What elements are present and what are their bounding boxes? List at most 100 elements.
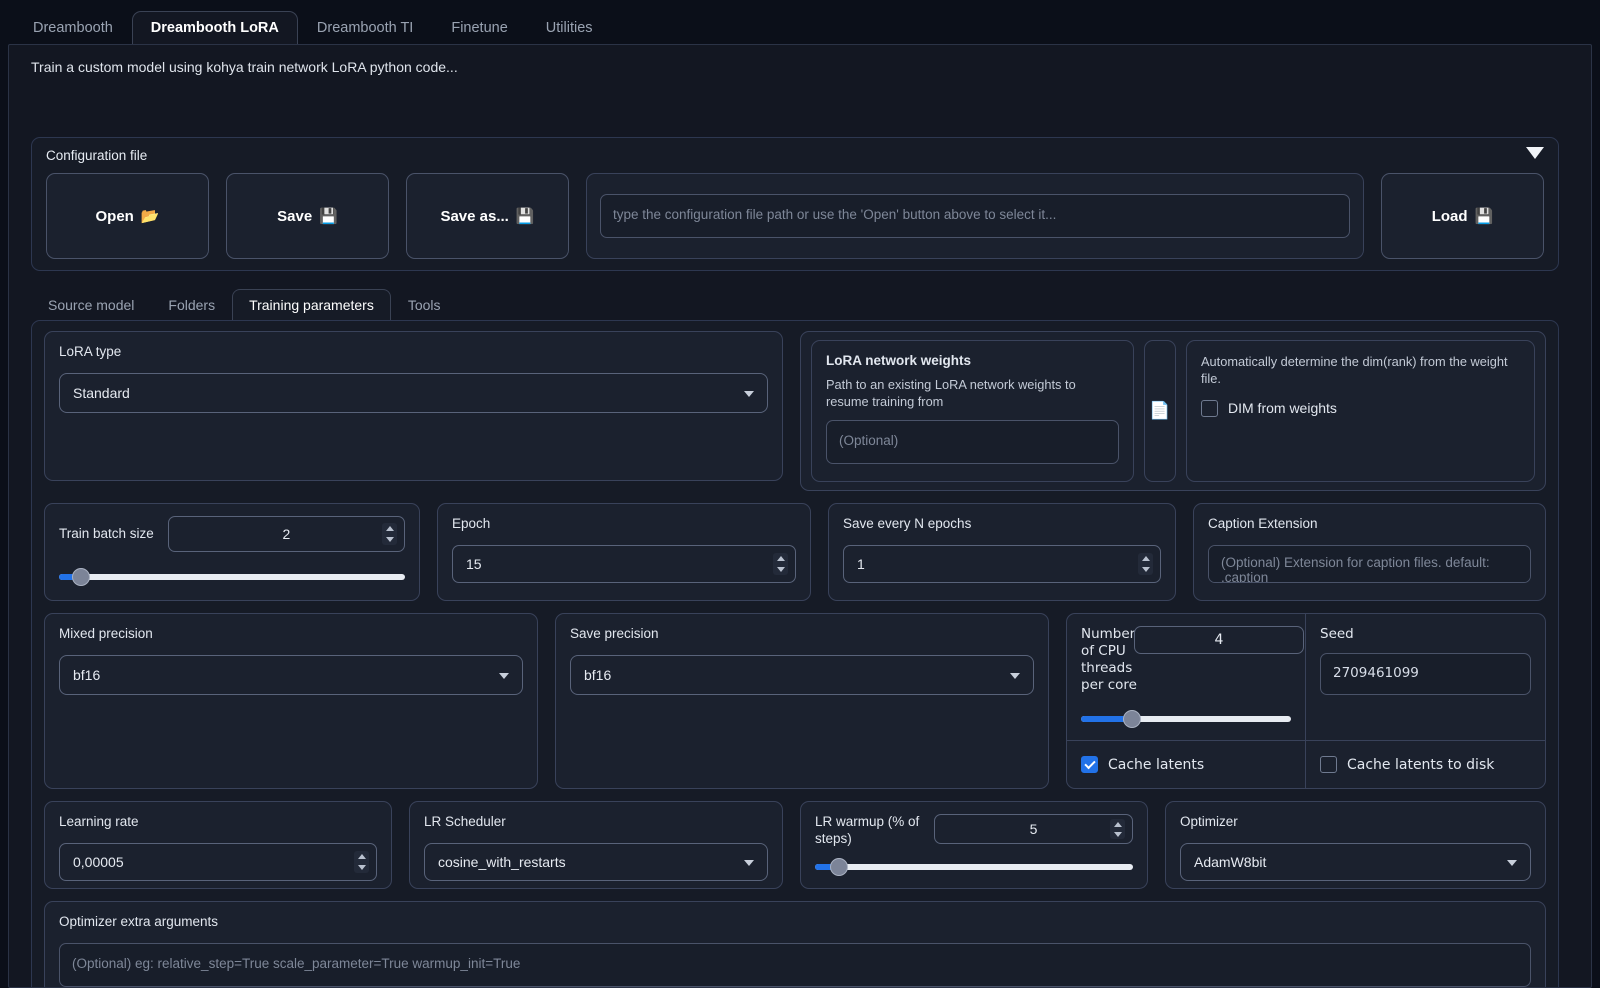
cpu-threads-slider[interactable] <box>1081 710 1291 728</box>
tab-dreambooth-lora[interactable]: Dreambooth LoRA <box>132 11 298 46</box>
lr-scheduler-label: LR Scheduler <box>424 814 768 831</box>
train-batch-size-value: 2 <box>283 526 291 542</box>
slider-thumb[interactable] <box>72 568 90 586</box>
mixed-precision-select[interactable]: bf16 <box>59 655 523 695</box>
mixed-precision-value: bf16 <box>73 667 100 683</box>
save-every-n-epochs-value: 1 <box>857 556 865 572</box>
epoch-input[interactable]: 15 <box>452 545 796 583</box>
save-precision-group: Save precision bf16 <box>555 613 1049 789</box>
subtab-tools[interactable]: Tools <box>391 289 458 321</box>
save-precision-value: bf16 <box>584 667 611 683</box>
mixed-precision-label: Mixed precision <box>59 626 523 643</box>
train-batch-size-input[interactable]: 2 <box>168 516 405 552</box>
document-glyph: 📄 <box>1149 401 1170 421</box>
lora-type-select[interactable]: Standard <box>59 373 768 413</box>
dim-from-weights-checkbox[interactable] <box>1201 400 1218 417</box>
configuration-file-panel: Configuration file Open 📂 Save 💾 Save as… <box>31 137 1559 271</box>
learning-rate-input[interactable]: 0,00005 <box>59 843 377 881</box>
main-tab-bar: Dreambooth Dreambooth LoRA Dreambooth TI… <box>0 0 1600 45</box>
tab-utilities[interactable]: Utilities <box>527 11 612 46</box>
dim-from-weights-checkbox-row[interactable]: DIM from weights <box>1201 400 1520 417</box>
caption-extension-label: Caption Extension <box>1208 516 1531 533</box>
lr-warmup-stepper[interactable] <box>1110 819 1125 839</box>
lora-type-group: LoRA type Standard <box>44 331 783 481</box>
caption-extension-input[interactable] <box>1208 545 1531 583</box>
sub-tab-bar: Source model Folders Training parameters… <box>31 289 458 321</box>
epoch-group: Epoch 15 <box>437 503 811 601</box>
floppy-disk-icon: 💾 <box>319 207 338 225</box>
save-every-n-epochs-group: Save every N epochs 1 <box>828 503 1176 601</box>
lora-type-value: Standard <box>73 385 130 401</box>
chevron-down-icon <box>777 567 785 572</box>
cpu-threads-value: 4 <box>1215 632 1224 648</box>
dim-from-weights-label: DIM from weights <box>1228 400 1337 416</box>
subtab-source-model[interactable]: Source model <box>31 289 151 321</box>
save-button[interactable]: Save 💾 <box>226 173 389 259</box>
learning-rate-value: 0,00005 <box>73 854 124 870</box>
chevron-up-icon <box>1114 822 1122 827</box>
learning-rate-group: Learning rate 0,00005 <box>44 801 392 889</box>
optimizer-extra-arguments-input[interactable] <box>59 943 1531 987</box>
configuration-file-title: Configuration file <box>46 148 1544 163</box>
save-precision-label: Save precision <box>570 626 1034 643</box>
lr-warmup-label: LR warmup (% of steps) <box>815 814 920 848</box>
caption-extension-group: Caption Extension <box>1193 503 1546 601</box>
config-path-wrapper <box>586 173 1364 259</box>
optimizer-group: Optimizer AdamW8bit <box>1165 801 1546 889</box>
lora-type-label: LoRA type <box>59 344 768 361</box>
chevron-down-icon <box>744 860 754 866</box>
cpu-threads-input[interactable]: 4 <box>1134 626 1304 654</box>
epoch-stepper[interactable] <box>773 553 788 575</box>
chevron-down-icon <box>1010 673 1020 679</box>
chevron-down-icon <box>358 865 366 870</box>
subtab-folders[interactable]: Folders <box>151 289 232 321</box>
configuration-file-row: Open 📂 Save 💾 Save as... 💾 Load 💾 <box>46 173 1544 259</box>
lora-network-weights-input[interactable] <box>826 420 1119 464</box>
save-every-n-epochs-stepper[interactable] <box>1138 553 1153 575</box>
lr-scheduler-select[interactable]: cosine_with_restarts <box>424 843 768 881</box>
lora-row: LoRA type Standard LoRA network weights … <box>44 331 1546 491</box>
optimizer-select[interactable]: AdamW8bit <box>1180 843 1531 881</box>
lora-network-weights-hint: Path to an existing LoRA network weights… <box>826 376 1119 411</box>
learning-row: Learning rate 0,00005 LR Scheduler cosin… <box>44 801 1546 889</box>
chevron-up-icon <box>386 526 394 531</box>
save-as-button[interactable]: Save as... 💾 <box>406 173 569 259</box>
train-batch-size-stepper[interactable] <box>382 523 397 545</box>
tab-finetune[interactable]: Finetune <box>432 11 526 46</box>
chevron-up-icon <box>358 854 366 859</box>
learning-rate-stepper[interactable] <box>354 851 369 873</box>
cache-latents-checkbox-row[interactable]: Cache latents <box>1081 756 1204 773</box>
cache-latents-checkbox[interactable] <box>1081 756 1098 773</box>
load-button[interactable]: Load 💾 <box>1381 173 1544 259</box>
save-every-n-epochs-input[interactable]: 1 <box>843 545 1161 583</box>
page-content: Train a custom model using kohya train n… <box>8 44 1592 988</box>
dim-from-weights-hint: Automatically determine the dim(rank) fr… <box>1201 353 1520 388</box>
train-batch-size-slider[interactable] <box>59 568 405 586</box>
cpu-threads-label: Number of CPU threads per core <box>1081 626 1139 694</box>
training-parameters-panel: LoRA type Standard LoRA network weights … <box>31 320 1559 988</box>
subtab-training-parameters[interactable]: Training parameters <box>232 289 391 321</box>
cpu-seed-group: Number of CPU threads per core 4 Seed <box>1066 613 1546 789</box>
tab-dreambooth-ti[interactable]: Dreambooth TI <box>298 11 432 46</box>
cache-latents-to-disk-checkbox[interactable] <box>1320 756 1337 773</box>
config-path-input[interactable] <box>600 194 1350 238</box>
cache-latents-to-disk-checkbox-row[interactable]: Cache latents to disk <box>1320 756 1494 773</box>
slider-thumb[interactable] <box>1123 710 1141 728</box>
slider-thumb[interactable] <box>830 858 848 876</box>
save-precision-select[interactable]: bf16 <box>570 655 1034 695</box>
lr-warmup-input[interactable]: 5 <box>934 814 1133 844</box>
document-icon[interactable]: 📄 <box>1144 340 1176 482</box>
optimizer-label: Optimizer <box>1180 814 1531 831</box>
lr-warmup-value: 5 <box>1030 821 1038 837</box>
seed-input[interactable] <box>1320 653 1531 695</box>
epoch-label: Epoch <box>452 516 796 533</box>
cache-latents-label: Cache latents <box>1108 757 1204 773</box>
chevron-down-icon <box>386 537 394 542</box>
optimizer-extra-arguments-group: Optimizer extra arguments <box>44 901 1546 988</box>
open-button[interactable]: Open 📂 <box>46 173 209 259</box>
open-button-label: Open <box>95 208 133 225</box>
lr-warmup-slider[interactable] <box>815 858 1133 876</box>
tab-dreambooth[interactable]: Dreambooth <box>14 11 132 46</box>
chevron-down-icon[interactable] <box>1526 147 1544 159</box>
chevron-up-icon <box>777 556 785 561</box>
